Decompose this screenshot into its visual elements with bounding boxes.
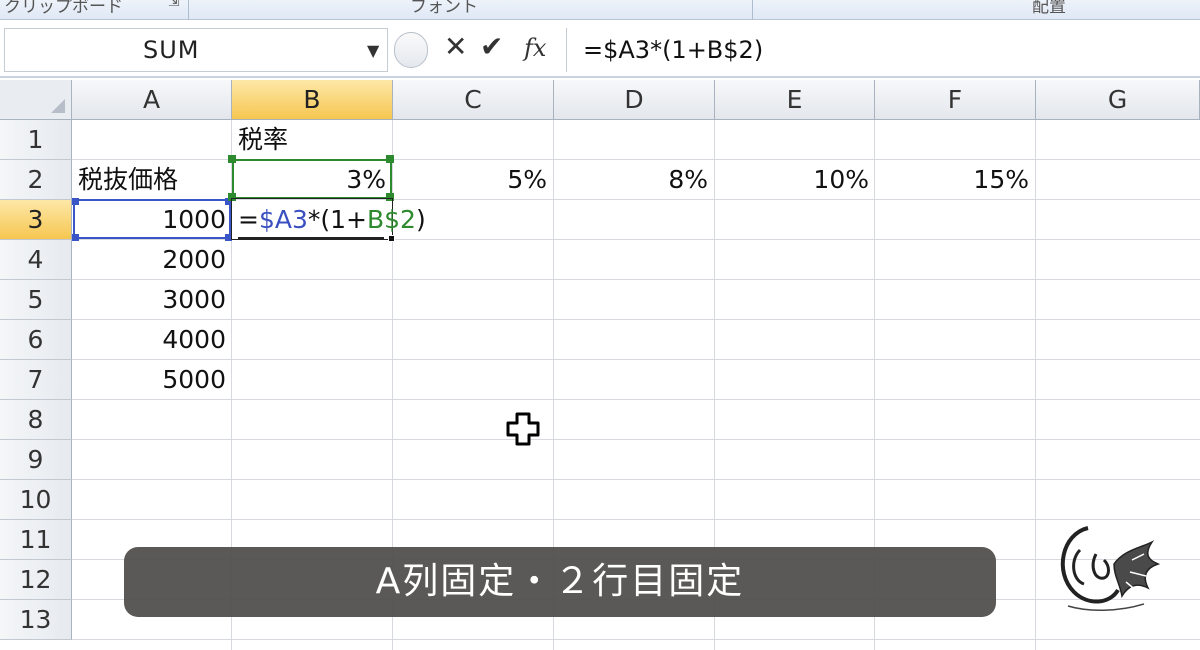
gridline: [72, 519, 1200, 520]
gridline: [72, 279, 1200, 280]
reference-handle[interactable]: [72, 234, 79, 241]
gridline: [72, 479, 1200, 480]
dialog-launcher-icon[interactable]: ⇲: [168, 0, 180, 10]
column-header-d[interactable]: D: [554, 80, 715, 120]
row-header-10[interactable]: 10: [0, 480, 72, 520]
reference-handle[interactable]: [228, 193, 236, 201]
row-header-3[interactable]: 3: [0, 200, 72, 240]
formula-text: =$A3*(1+B$2): [583, 36, 764, 64]
ribbon-group-font[interactable]: フォント: [410, 0, 478, 18]
name-box-dropdown-icon[interactable]: ▼: [367, 41, 379, 60]
formula-bar-buttons: ✕ ✔ fx: [392, 28, 560, 72]
ribbon-group-labels: クリップボード ⇲ フォント 配置: [0, 0, 1200, 20]
gridline: [72, 399, 1200, 400]
row-header-5[interactable]: 5: [0, 280, 72, 320]
select-all-triangle-icon: [51, 99, 65, 113]
ribbon-separator: [188, 0, 189, 20]
cell-a4[interactable]: 2000: [72, 240, 232, 280]
row-header-12[interactable]: 12: [0, 560, 72, 600]
row-header-11[interactable]: 11: [0, 520, 72, 560]
ribbon-group-alignment[interactable]: 配置: [1032, 0, 1066, 18]
reference-handle[interactable]: [72, 198, 79, 205]
name-box[interactable]: SUM ▼: [4, 28, 388, 72]
reference-handle[interactable]: [386, 155, 394, 163]
row-header-2[interactable]: 2: [0, 160, 72, 200]
cell-c2[interactable]: 5%: [393, 160, 553, 200]
formula-ref-a3: $A3: [258, 205, 308, 234]
fill-handle[interactable]: [388, 235, 395, 242]
row-header-1[interactable]: 1: [0, 120, 72, 160]
formula-close-paren: ): [415, 205, 426, 234]
cell-a5[interactable]: 3000: [72, 280, 232, 320]
enter-check-icon[interactable]: ✔: [480, 30, 503, 63]
cell-a2[interactable]: 税抜価格: [72, 160, 232, 200]
ribbon-separator: [752, 0, 753, 20]
cell-b2[interactable]: 3%: [232, 160, 392, 200]
row-header-9[interactable]: 9: [0, 440, 72, 480]
cell-a3[interactable]: 1000: [72, 200, 232, 240]
column-header-f[interactable]: F: [875, 80, 1036, 120]
formula-bar: SUM ▼ ✕ ✔ fx =$A3*(1+B$2): [0, 22, 1200, 78]
column-header-b[interactable]: B: [232, 80, 393, 120]
row-header-8[interactable]: 8: [0, 400, 72, 440]
cancel-icon[interactable]: ✕: [444, 30, 467, 63]
row-header-7[interactable]: 7: [0, 360, 72, 400]
cell-a7[interactable]: 5000: [72, 360, 232, 400]
ribbon-group-clipboard[interactable]: クリップボード: [4, 0, 123, 18]
gridline: [72, 359, 1200, 360]
reference-handle[interactable]: [225, 234, 232, 241]
formula-bar-resize-handle[interactable]: [394, 32, 428, 68]
formula-input[interactable]: =$A3*(1+B$2): [566, 28, 1196, 72]
active-cell-underline: [238, 237, 384, 239]
insert-function-icon[interactable]: fx: [524, 34, 546, 62]
column-header-e[interactable]: E: [715, 80, 875, 120]
gridline: [72, 439, 1200, 440]
formula-operator: *(1+: [307, 205, 367, 234]
column-header-a[interactable]: A: [72, 80, 232, 120]
dragon-logo-icon: [1060, 526, 1161, 612]
cross-cursor-icon: [506, 412, 540, 446]
cell-a6[interactable]: 4000: [72, 320, 232, 360]
cell-f2[interactable]: 15%: [875, 160, 1035, 200]
row-header-6[interactable]: 6: [0, 320, 72, 360]
cell-b1[interactable]: 税率: [232, 120, 392, 160]
row-header-13[interactable]: 13: [0, 600, 72, 640]
formula-equals: =: [238, 205, 259, 234]
column-header-g[interactable]: G: [1036, 80, 1200, 120]
select-all-button[interactable]: [0, 80, 72, 120]
row-header-4[interactable]: 4: [0, 240, 72, 280]
reference-handle[interactable]: [228, 155, 236, 163]
caption-overlay: A列固定・２行目固定: [124, 547, 996, 617]
name-box-value: SUM: [143, 36, 200, 64]
formula-ref-b2: B$2: [366, 205, 416, 234]
cell-e2[interactable]: 10%: [715, 160, 875, 200]
gridline: [72, 639, 1200, 640]
column-header-c[interactable]: C: [393, 80, 554, 120]
cell-d2[interactable]: 8%: [554, 160, 714, 200]
gridline: [1035, 80, 1036, 650]
gridline: [72, 319, 1200, 320]
cell-b3-editor[interactable]: =$A3*(1+B$2): [238, 200, 426, 240]
